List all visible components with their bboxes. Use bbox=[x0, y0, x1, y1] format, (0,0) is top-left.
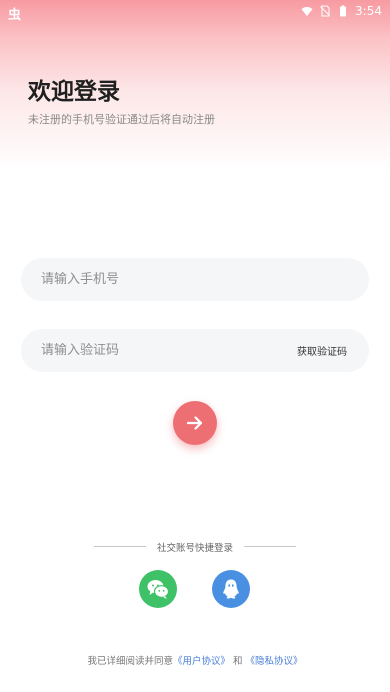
submit-button[interactable] bbox=[173, 401, 217, 445]
wechat-icon bbox=[147, 580, 170, 599]
app-notification-icon: 虫 bbox=[8, 8, 22, 23]
social-login-label: 社交账号快捷登录 bbox=[156, 543, 233, 554]
verification-code-field[interactable]: 获取验证码 bbox=[21, 329, 369, 372]
battery-icon bbox=[340, 5, 347, 17]
privacy-policy-link[interactable]: 《隐私协议》 bbox=[246, 656, 303, 667]
wechat-login-button[interactable] bbox=[139, 570, 177, 608]
qq-icon bbox=[223, 579, 239, 599]
phone-input[interactable] bbox=[41, 272, 261, 287]
arrow-right-icon bbox=[186, 416, 203, 430]
get-code-button[interactable]: 获取验证码 bbox=[297, 343, 347, 358]
status-time: 3:54 bbox=[355, 4, 382, 18]
phone-field[interactable] bbox=[21, 258, 369, 301]
qq-login-button[interactable] bbox=[212, 570, 250, 608]
status-icons: 3:54 bbox=[301, 4, 382, 18]
status-bar: 虫 3:54 bbox=[0, 0, 390, 26]
agreement-text: 我已详细阅读并同意《用户协议》 和 《隐私协议》 bbox=[0, 653, 390, 667]
agreement-joiner: 和 bbox=[233, 656, 243, 667]
agreement-prefix: 我已详细阅读并同意 bbox=[87, 656, 173, 667]
page-subtitle: 未注册的手机号验证通过后将自动注册 bbox=[28, 113, 215, 126]
user-agreement-link[interactable]: 《用户协议》 bbox=[173, 656, 230, 667]
page-title: 欢迎登录 bbox=[28, 79, 120, 105]
sim-off-icon bbox=[320, 5, 330, 17]
wifi-icon bbox=[301, 7, 313, 16]
verification-code-input[interactable] bbox=[41, 343, 261, 358]
